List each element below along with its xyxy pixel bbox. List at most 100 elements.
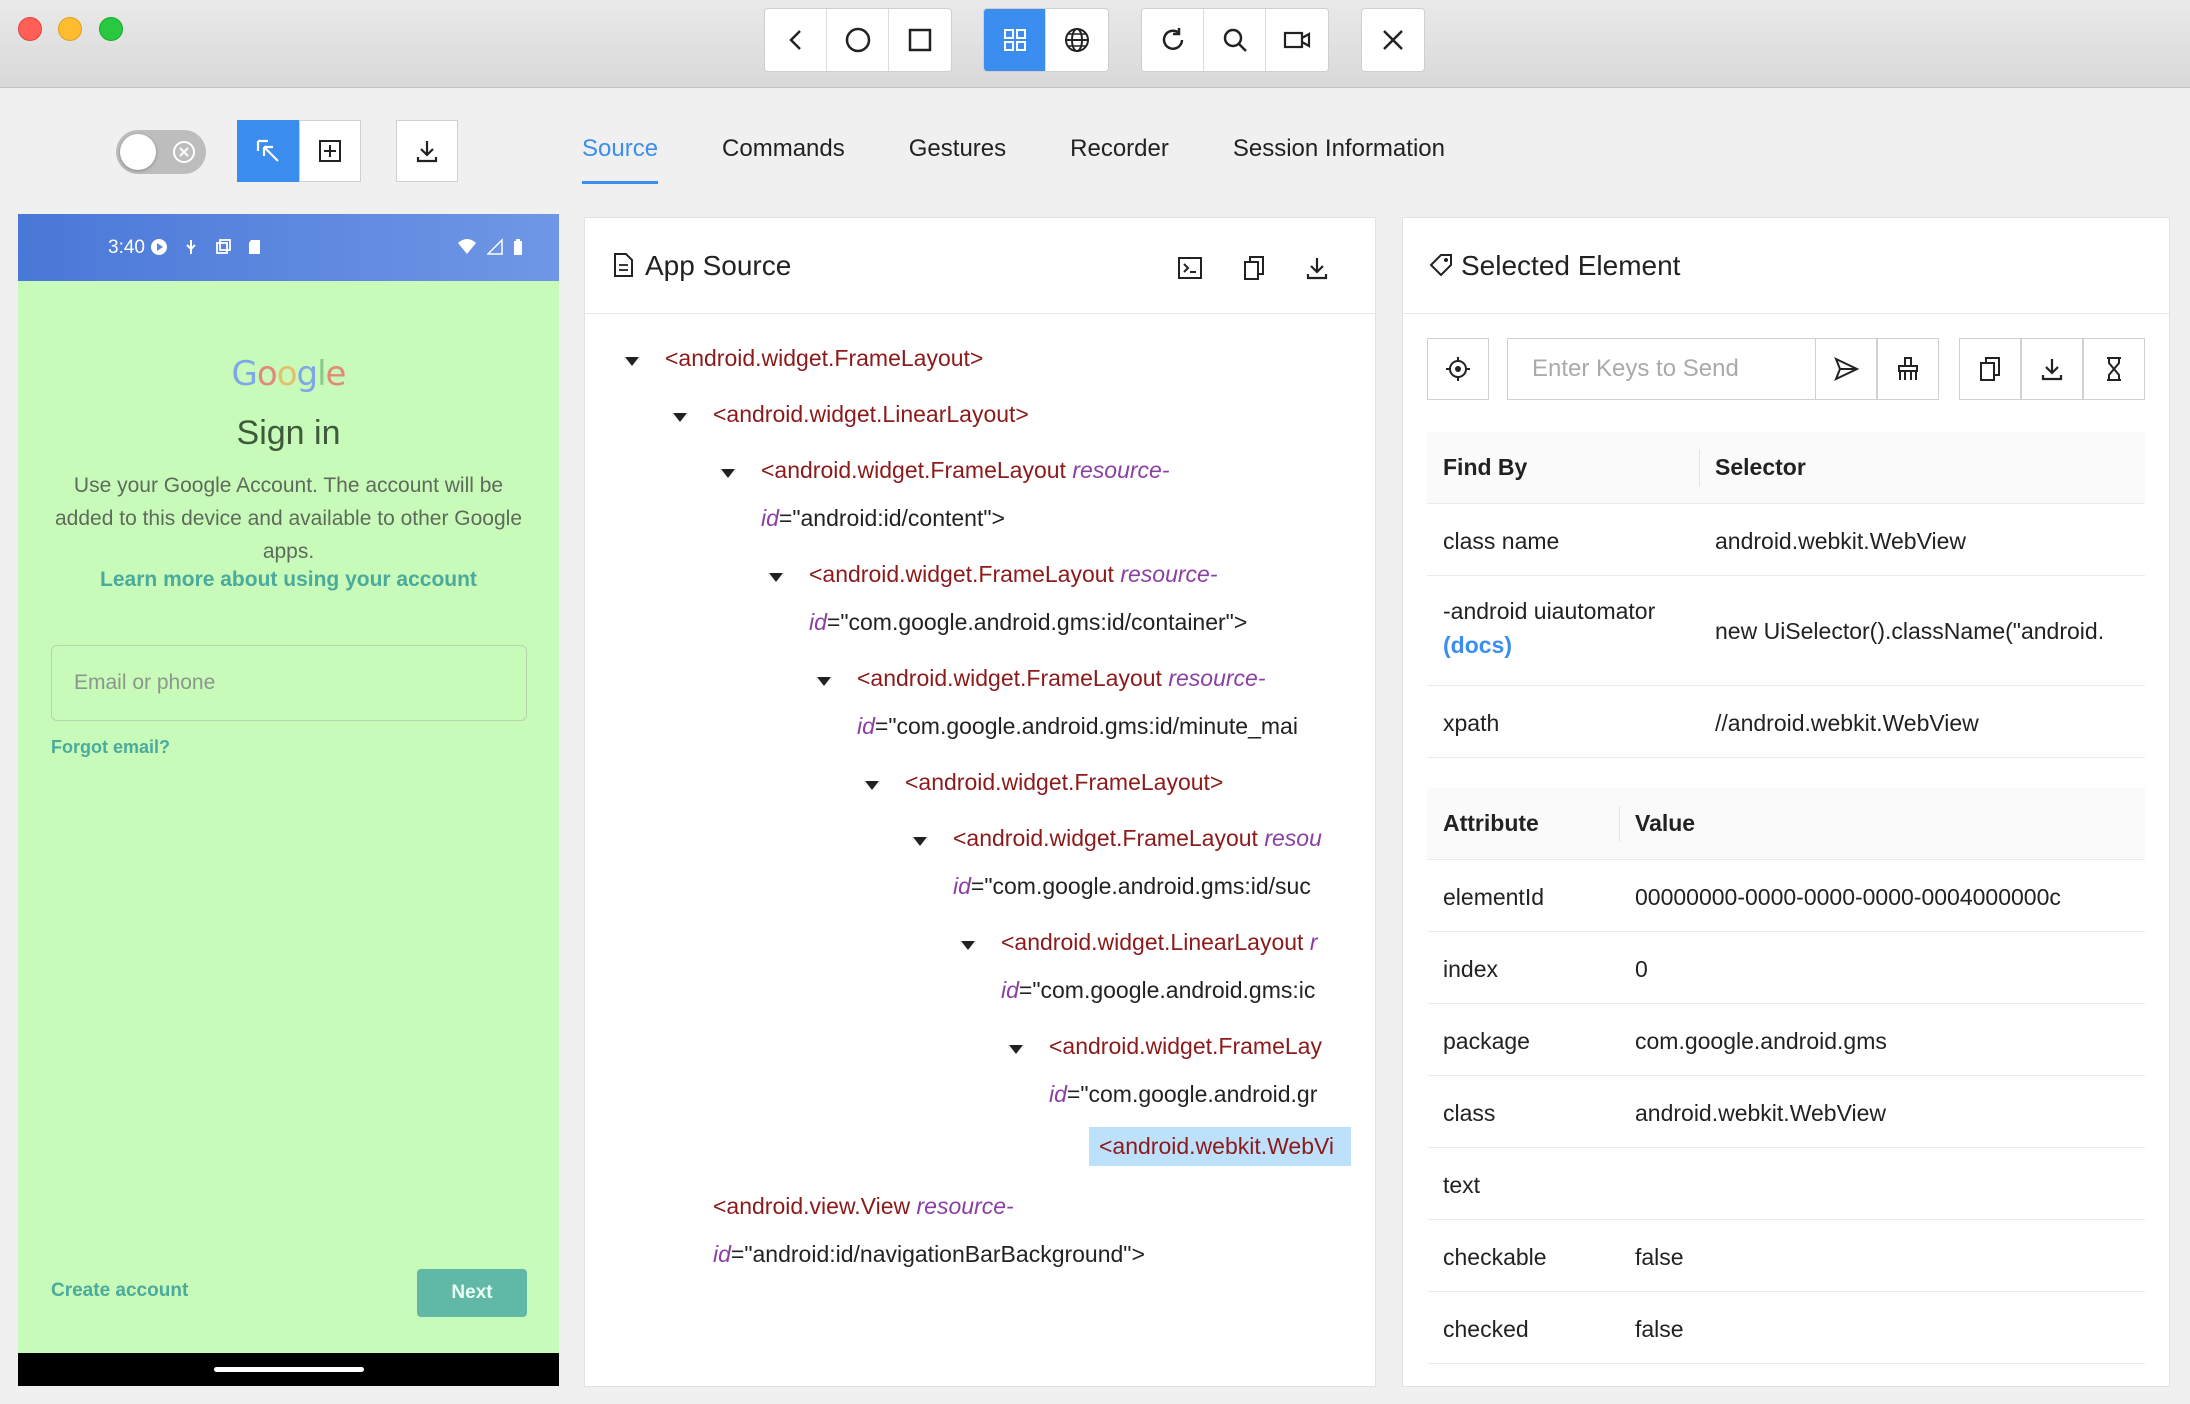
- tree-node[interactable]: <android.widget.FrameLayout>: [665, 345, 983, 372]
- search-icon: [1223, 28, 1247, 52]
- selector-header-label: Selector: [1715, 454, 1806, 480]
- copy-icon: [216, 239, 231, 254]
- tree-node[interactable]: <android.widget.LinearLayout>: [713, 401, 1029, 428]
- send-keys-button[interactable]: [1815, 338, 1877, 400]
- tree-node-value: ="com.google.android.gms:id/container">: [826, 609, 1248, 635]
- selector-cell[interactable]: android.webkit.WebView: [1715, 528, 2145, 555]
- attributes-table: Attribute Value elementId 00000000-0000-…: [1427, 788, 2145, 1386]
- collapse-caret-icon[interactable]: [1009, 1045, 1023, 1054]
- close-icon: [1383, 30, 1403, 50]
- tab-commands[interactable]: Commands: [722, 118, 845, 184]
- tab-source[interactable]: Source: [582, 118, 659, 184]
- show-attributes-toggle[interactable]: [116, 130, 206, 174]
- tree-node-attr: resource-: [1168, 665, 1266, 691]
- attribute-value: 00000000-0000-0000-0000-0004000000c: [1635, 884, 2061, 910]
- email-input[interactable]: [52, 646, 526, 720]
- tree-node-attr: id: [1049, 1081, 1067, 1107]
- send-keys-field[interactable]: [1507, 338, 1817, 400]
- app-source-title: App Source: [645, 250, 792, 281]
- collapse-caret-icon[interactable]: [913, 837, 927, 846]
- send-keys-input[interactable]: [1508, 339, 1816, 399]
- find-by-cell: -android uiautomator: [1443, 598, 1656, 624]
- download-icon: [416, 141, 438, 163]
- record-button[interactable]: [1266, 9, 1328, 71]
- collapse-caret-icon[interactable]: [769, 573, 783, 582]
- play-icon: [151, 239, 167, 255]
- tree-node-value: ="android:id/content">: [778, 505, 1005, 531]
- window-minimize-button[interactable]: [58, 17, 82, 41]
- forgot-email-link[interactable]: Forgot email?: [51, 737, 170, 758]
- collapse-caret-icon[interactable]: [817, 677, 831, 686]
- tree-node[interactable]: <android.widget.LinearLayout r: [1001, 929, 1317, 956]
- copy-attributes-button[interactable]: [1959, 338, 2021, 400]
- tree-node-tag: <android.widget.FrameLayout: [857, 665, 1162, 691]
- download-icon[interactable]: [1303, 254, 1331, 282]
- attribute-name: index: [1443, 956, 1498, 982]
- tree-node[interactable]: <android.widget.FrameLayout>: [905, 769, 1223, 796]
- app-switch-button[interactable]: [889, 9, 951, 71]
- attribute-name: checked: [1443, 1316, 1529, 1342]
- native-mode-icon: [1003, 29, 1026, 51]
- email-field[interactable]: [51, 645, 527, 721]
- learn-more-link[interactable]: Learn more about using your account: [18, 568, 559, 592]
- select-elements-button[interactable]: [237, 120, 299, 182]
- copy-icon[interactable]: [1240, 254, 1268, 282]
- collapse-caret-icon[interactable]: [721, 469, 735, 478]
- back-button[interactable]: [765, 9, 827, 71]
- next-button[interactable]: Next: [417, 1269, 527, 1317]
- window-zoom-button[interactable]: [99, 17, 123, 41]
- create-account-link[interactable]: Create account: [51, 1280, 188, 1302]
- collapse-caret-icon[interactable]: [961, 941, 975, 950]
- tree-node[interactable]: <android.widget.FrameLay: [1049, 1033, 1322, 1060]
- wifi-icon: [458, 239, 476, 254]
- terminal-icon[interactable]: [1176, 254, 1204, 282]
- tap-element-button[interactable]: [1427, 338, 1489, 400]
- tab-gestures[interactable]: Gestures: [909, 118, 1006, 184]
- tab-recorder[interactable]: Recorder: [1070, 118, 1169, 184]
- clear-button[interactable]: [1877, 338, 1939, 400]
- table-row: -android uiautomator (docs) new UiSelect…: [1427, 576, 2145, 686]
- tab-session-information[interactable]: Session Information: [1233, 118, 1445, 184]
- tree-node[interactable]: <android.widget.FrameLayout resource-: [857, 665, 1265, 692]
- timing-button[interactable]: [2083, 338, 2145, 400]
- selected-tree-node[interactable]: <android.webkit.WebVi: [1089, 1127, 1351, 1166]
- device-screenshot[interactable]: 3:40 Google Sign in Use your Google Acco…: [18, 214, 559, 1386]
- selector-cell[interactable]: //android.webkit.WebView: [1715, 710, 2145, 737]
- tree-node-attr: id: [857, 713, 875, 739]
- download-element-button[interactable]: [2021, 338, 2083, 400]
- tree-node[interactable]: <android.view.View resource-: [713, 1193, 1014, 1220]
- collapse-caret-icon[interactable]: [673, 413, 687, 422]
- docs-link[interactable]: (docs): [1443, 632, 1512, 659]
- quit-group: [1361, 8, 1425, 72]
- tree-node-attr: resource-: [916, 1193, 1014, 1219]
- tree-node-attr: r: [1309, 929, 1318, 955]
- native-mode-button[interactable]: [984, 9, 1046, 71]
- search-button[interactable]: [1204, 9, 1266, 71]
- collapse-caret-icon[interactable]: [625, 357, 639, 366]
- quit-session-button[interactable]: [1362, 9, 1424, 71]
- tree-node-cont: id="com.google.android.gms:id/suc: [953, 873, 1311, 900]
- tree-node[interactable]: <android.widget.FrameLayout resou: [953, 825, 1322, 852]
- status-time: 3:40: [108, 237, 145, 258]
- tree-node-attr: id: [809, 609, 827, 635]
- find-by-table: Find By Selector class name android.webk…: [1427, 432, 2145, 758]
- attribute-value: com.google.android.gms: [1635, 1028, 1887, 1054]
- download-screenshot-button[interactable]: [396, 120, 458, 182]
- tree-node[interactable]: <android.widget.FrameLayout resource-: [809, 561, 1217, 588]
- find-by-cell: xpath: [1443, 710, 1500, 736]
- selector-cell[interactable]: new UiSelector().className("android.: [1715, 618, 2145, 645]
- home-icon: [845, 27, 870, 53]
- home-button[interactable]: [827, 9, 889, 71]
- table-row: checkable false: [1427, 1220, 2145, 1292]
- tree-node[interactable]: <android.widget.FrameLayout resource-: [761, 457, 1169, 484]
- window-close-button[interactable]: [18, 17, 42, 41]
- tap-coordinates-button[interactable]: [299, 120, 361, 182]
- tree-node-value: ="com.google.android.gms:ic: [1018, 977, 1316, 1003]
- web-mode-button[interactable]: [1046, 9, 1108, 71]
- selected-element-panel: Selected Element Find By Selector class …: [1402, 217, 2170, 1387]
- attribute-value: false: [1635, 1316, 1684, 1342]
- refresh-button[interactable]: [1142, 9, 1204, 71]
- collapse-caret-icon[interactable]: [865, 781, 879, 790]
- tree-node-cont: id="android:id/content">: [761, 505, 1005, 532]
- tree-node-tag: <android.widget.FrameLayout>: [905, 769, 1224, 795]
